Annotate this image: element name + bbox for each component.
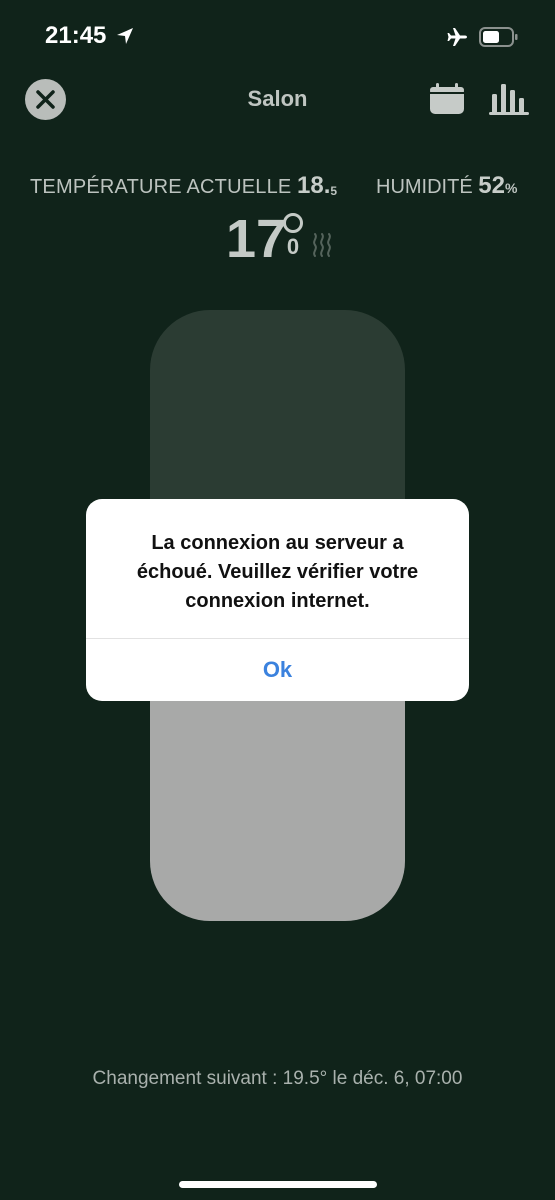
ok-button[interactable]: Ok [86, 639, 469, 701]
alert-message: La connexion au serveur a échoué. Veuill… [104, 529, 451, 616]
home-indicator [179, 1181, 377, 1188]
alert-message-line: échoué. Veuillez vérifier votre [136, 561, 419, 583]
alert-message-line: La connexion au serveur a [151, 532, 404, 554]
alert-dialog: La connexion au serveur a échoué. Veuill… [86, 499, 469, 701]
next-change-text: Changement suivant : 19.5° le déc. 6, 07… [92, 1068, 463, 1089]
alert-message-line: connexion internet. [185, 590, 370, 612]
